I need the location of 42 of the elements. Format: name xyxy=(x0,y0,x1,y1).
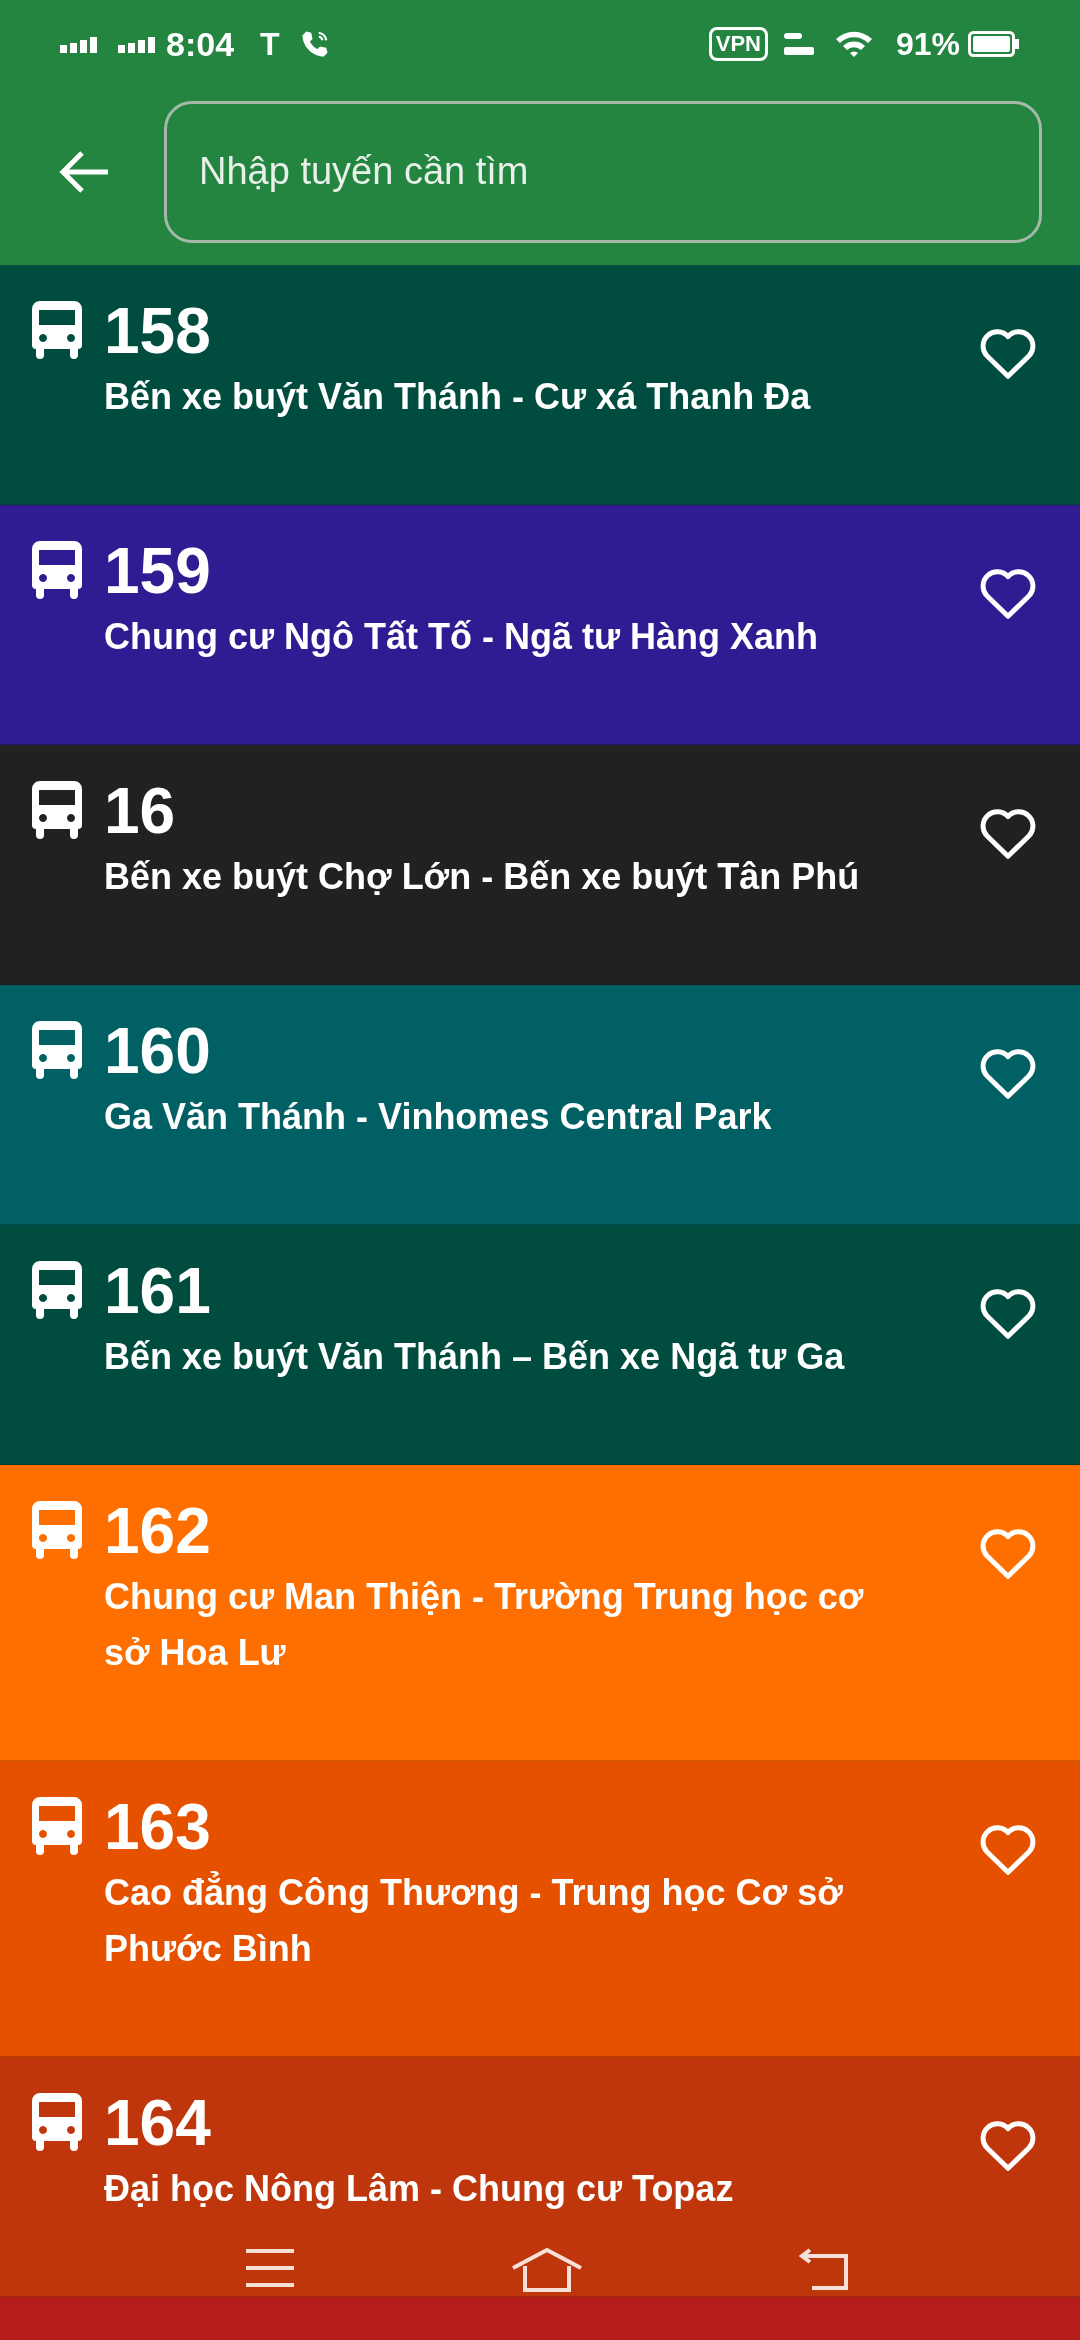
route-number: 163 xyxy=(104,1790,212,1865)
vpn-badge: VPN xyxy=(708,27,768,61)
menu-icon[interactable] xyxy=(244,2248,296,2288)
route-name: Bến xe buýt Văn Thánh - Cư xá Thanh Đa xyxy=(104,375,812,419)
search-field[interactable]: Nhập tuyến cần tìm xyxy=(164,100,1042,243)
route-number: 160 xyxy=(104,1014,212,1089)
route-number: 158 xyxy=(104,294,212,369)
battery-percent: 91% xyxy=(895,25,960,64)
route-name: Bến xe buýt Chợ Lớn - Bến xe buýt Tân Phú xyxy=(104,855,861,899)
route-name: Chung cư Man Thiện - Trường Trung học cơ sở Hoa Lư xyxy=(104,1575,865,1675)
route-card[interactable]: 159 Chung cư Ngô Tất Tố - Ngã tư Hàng Xanh xyxy=(0,505,1080,745)
route-name: Đại học Nông Lâm - Chung cư Topaz xyxy=(104,2167,735,2211)
route-number: 159 xyxy=(104,534,212,609)
route-name: Chung cư Ngô Tất Tố - Ngã tư Hàng Xanh xyxy=(104,615,820,659)
route-number: 16 xyxy=(104,774,177,849)
battery-icon xyxy=(968,31,1020,57)
bus-icon xyxy=(32,1021,82,1079)
home-icon[interactable] xyxy=(511,2248,583,2292)
clock: 8:04 xyxy=(166,23,235,65)
bus-icon xyxy=(32,2093,82,2151)
bus-icon xyxy=(32,1261,82,1319)
signal-icon xyxy=(118,35,158,53)
back-nav-icon[interactable] xyxy=(798,2248,850,2290)
route-card[interactable]: 161 Bến xe buýt Văn Thánh – Bến xe Ngã tư Ga xyxy=(0,1225,1080,1465)
route-card[interactable]: 160 Ga Văn Thánh - Vinhomes Central Park xyxy=(0,985,1080,1225)
route-card[interactable]: 163 Cao đẳng Công Thương - Trung học Cơ sở Phước Bình xyxy=(0,1761,1080,2057)
bus-icon xyxy=(32,1797,82,1855)
bus-icon xyxy=(32,301,82,359)
route-number: 164 xyxy=(104,2086,212,2161)
carrier-label: T xyxy=(260,25,280,64)
signal-icon xyxy=(60,35,100,53)
route-number: 162 xyxy=(104,1494,212,1569)
route-card[interactable]: 164 Đại học Nông Lâm - Chung cư Topaz xyxy=(0,2057,1080,2297)
bus-icon xyxy=(32,541,82,599)
bus-icon xyxy=(32,781,82,839)
route-name: Ga Văn Thánh - Vinhomes Central Park xyxy=(104,1095,773,1139)
bus-icon xyxy=(32,1501,82,1559)
route-card[interactable]: 158 Bến xe buýt Văn Thánh - Cư xá Thanh Đa xyxy=(0,265,1080,505)
route-number: 161 xyxy=(104,1254,212,1329)
route-card[interactable]: 16 Bến xe buýt Chợ Lớn - Bến xe buýt Tân Phú xyxy=(0,745,1080,985)
route-name: Cao đẳng Công Thương - Trung học Cơ sở Phước Bình xyxy=(104,1870,844,1971)
route-name: Bến xe buýt Văn Thánh – Bến xe Ngã tư Ga xyxy=(104,1335,846,1379)
